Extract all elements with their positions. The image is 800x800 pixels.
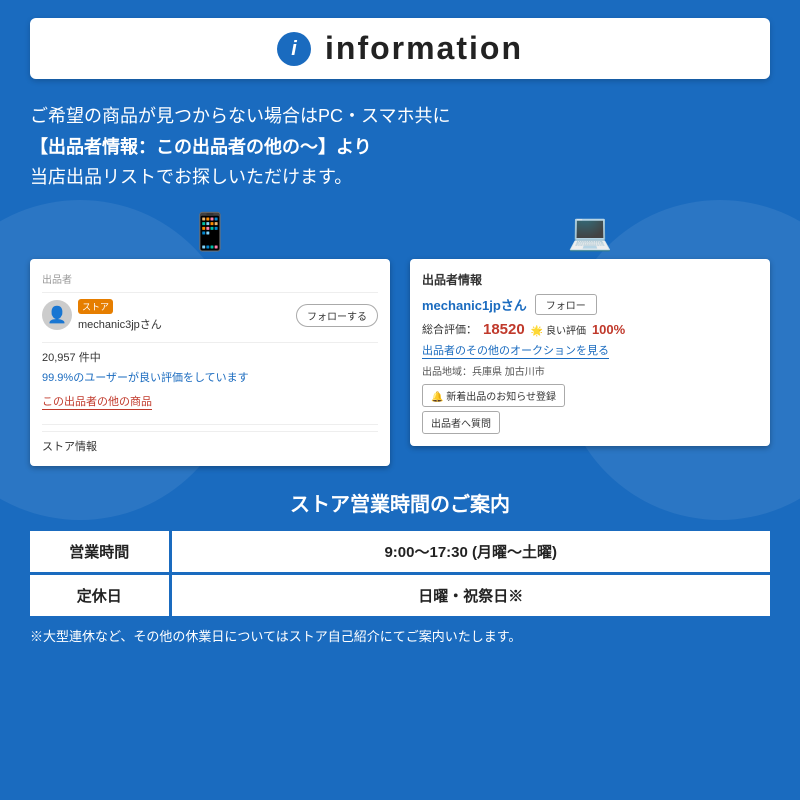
hours-value-1: 9:00〜17:30 (月曜〜土曜)	[170, 531, 770, 574]
mobile-screenshot-wrapper: 📱 出品者 👤 ストア mechanic3jpさん フォローする 20,957 …	[30, 211, 390, 466]
mobile-screenshot-box: 出品者 👤 ストア mechanic3jpさん フォローする 20,957 件中…	[30, 259, 390, 466]
screenshots-section: 📱 出品者 👤 ストア mechanic3jpさん フォローする 20,957 …	[30, 211, 770, 466]
rating-label-right: 総合評価：	[422, 321, 477, 337]
follow-button-left[interactable]: フォローする	[296, 304, 378, 327]
hours-value-2: 日曜・祝祭日※	[170, 573, 770, 616]
intro-line2: 【出品者情報：この出品者の他の〜】より	[30, 132, 770, 163]
hours-table: 営業時間 9:00〜17:30 (月曜〜土曜) 定休日 日曜・祝祭日※	[30, 531, 770, 616]
hours-row-1: 営業時間 9:00〜17:30 (月曜〜土曜)	[30, 531, 770, 574]
mobile-device-icon: 📱	[188, 211, 233, 253]
seller-name-left: mechanic3jpさん	[78, 316, 162, 332]
seller-info: ストア mechanic3jpさん	[78, 299, 162, 332]
seller-row-right: mechanic1jpさん フォロー	[422, 294, 758, 315]
good-percentage: 100%	[592, 322, 625, 337]
good-label: 🌟 良い評価	[531, 322, 586, 337]
rating-number: 18520	[483, 321, 525, 338]
pc-screenshot-wrapper: 💻 出品者情報 mechanic1jpさん フォロー 総合評価： 18520 🌟…	[410, 211, 770, 446]
store-info-link[interactable]: ストア情報	[42, 431, 378, 454]
question-button[interactable]: 出品者へ質問	[422, 411, 500, 434]
header-title: information	[325, 30, 523, 67]
hours-label-1: 営業時間	[30, 531, 170, 574]
footnote: ※大型連休など、その他の休業日についてはストア自己紹介にてご案内いたします。	[30, 626, 770, 645]
item-count: 20,957 件中	[42, 349, 378, 365]
rating-text: 99.9%のユーザーが良い評価をしています	[42, 369, 378, 385]
pc-device-icon: 💻	[568, 211, 613, 253]
info-icon: i	[277, 32, 311, 66]
seller-row: 👤 ストア mechanic3jpさん フォローする	[42, 299, 378, 332]
notify-button[interactable]: 🔔 新着出品のお知らせ登録	[422, 384, 565, 407]
avatar-area: 👤 ストア mechanic3jpさん	[42, 299, 162, 332]
follow-button-right[interactable]: フォロー	[535, 294, 597, 315]
hours-label-2: 定休日	[30, 573, 170, 616]
store-badge: ストア	[78, 299, 113, 314]
store-hours-section: ストア営業時間のご案内 営業時間 9:00〜17:30 (月曜〜土曜) 定休日 …	[30, 488, 770, 645]
seller-label: 出品者	[42, 271, 378, 286]
store-hours-title: ストア営業時間のご案内	[30, 488, 770, 517]
intro-line1: ご希望の商品が見つからない場合はPC・スマホ共に	[30, 101, 770, 132]
auction-link[interactable]: 出品者のその他のオークションを見る	[422, 342, 609, 359]
rating-row-right: 総合評価： 18520 🌟 良い評価 100%	[422, 321, 758, 338]
intro-line3: 当店出品リストでお探しいただけます。	[30, 162, 770, 193]
header-box: i information	[30, 18, 770, 79]
other-items-link[interactable]: この出品者の他の商品	[42, 393, 152, 410]
seller-name-right: mechanic1jpさん	[422, 295, 527, 314]
seller-info-title: 出品者情報	[422, 271, 758, 288]
intro-text: ご希望の商品が見つからない場合はPC・スマホ共に 【出品者情報：この出品者の他の…	[30, 101, 770, 193]
avatar: 👤	[42, 300, 72, 330]
location: 出品地域：兵庫県 加古川市	[422, 363, 758, 378]
hours-row-2: 定休日 日曜・祝祭日※	[30, 573, 770, 616]
pc-screenshot-box: 出品者情報 mechanic1jpさん フォロー 総合評価： 18520 🌟 良…	[410, 259, 770, 446]
